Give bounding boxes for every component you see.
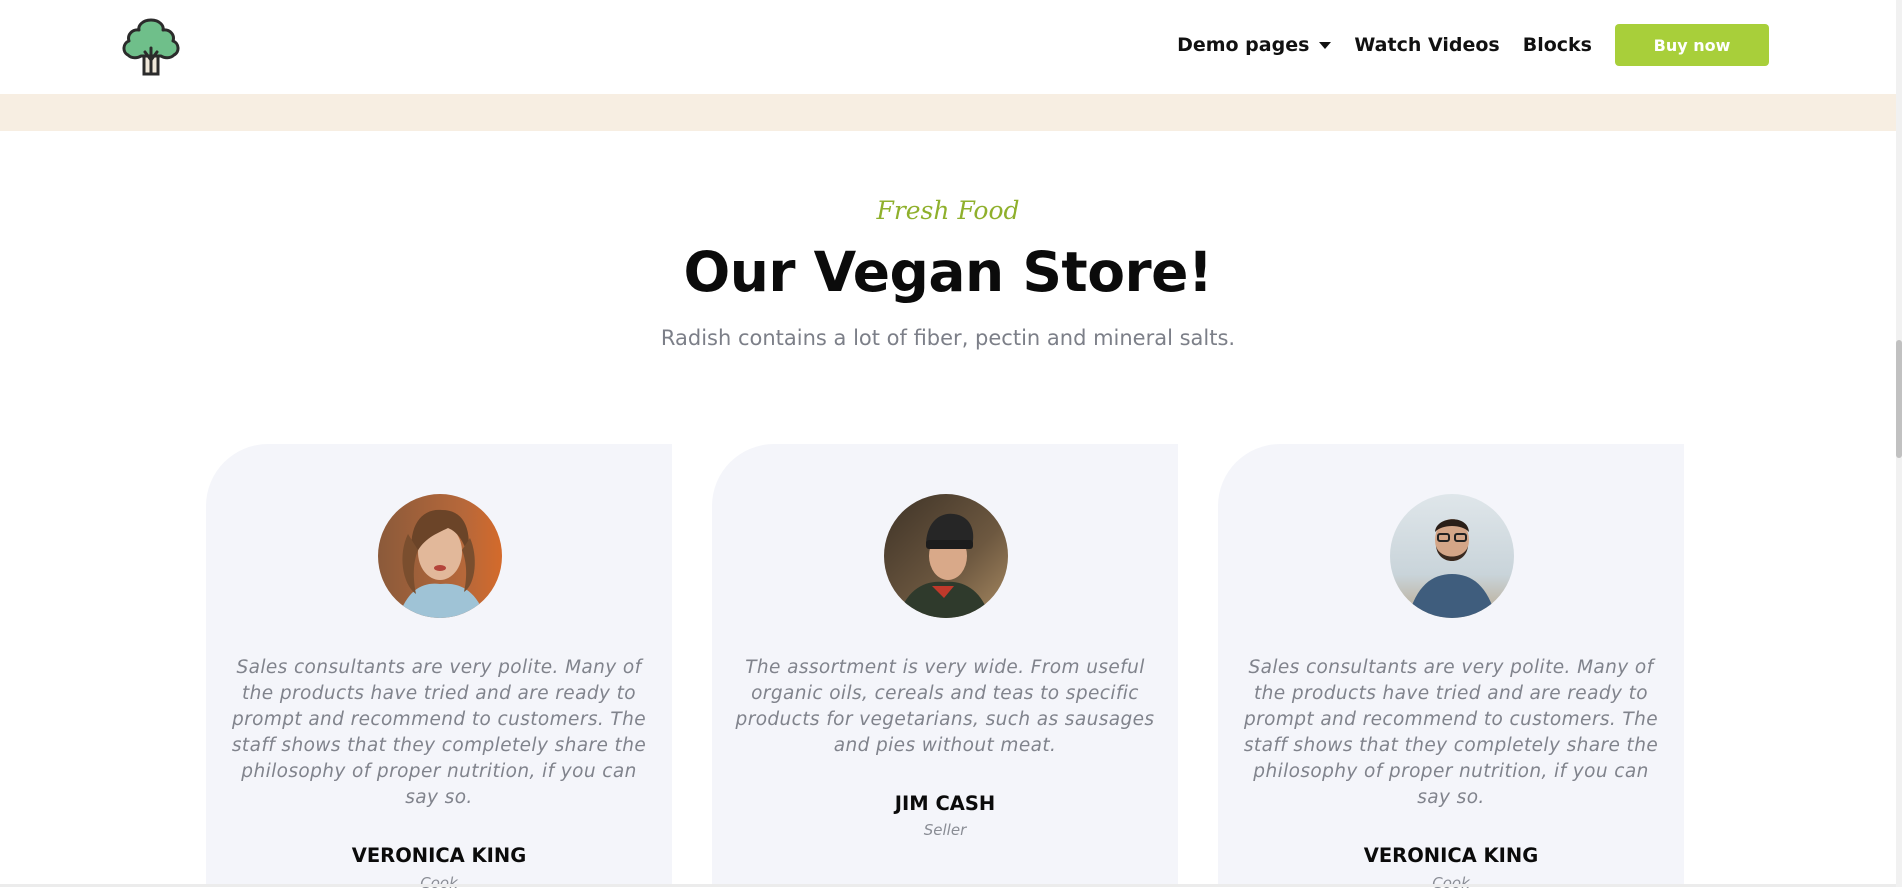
testimonial-card: Sales consultants are very polite. Many …: [1218, 444, 1684, 892]
broccoli-icon[interactable]: [118, 12, 184, 78]
testimonial-card: Sales consultants are very polite. Many …: [206, 444, 672, 892]
main-nav: Demo pages Watch Videos Blocks Buy now: [1177, 24, 1769, 66]
page-scrollbar[interactable]: [1896, 0, 1902, 887]
testimonial-card: The assortment is very wide. From useful…: [712, 444, 1178, 887]
testimonial-role: Cook: [420, 874, 458, 892]
buy-now-button[interactable]: Buy now: [1615, 24, 1769, 66]
nav-demo-pages-label: Demo pages: [1177, 34, 1310, 56]
scrollbar-thumb[interactable]: [1896, 340, 1902, 458]
testimonial-role: Cook: [1432, 874, 1470, 892]
nav-watch-videos[interactable]: Watch Videos: [1354, 34, 1499, 56]
section-title: Our Vegan Store!: [683, 240, 1213, 304]
avatar: [378, 494, 502, 618]
nav-blocks[interactable]: Blocks: [1523, 34, 1592, 56]
testimonial-name: VERONICA KING: [1363, 844, 1539, 867]
testimonial-name: VERONICA KING: [351, 844, 527, 867]
avatar: [1390, 494, 1514, 618]
testimonial-role: Seller: [923, 821, 967, 839]
avatar: [884, 494, 1008, 618]
section-subtitle: Radish contains a lot of fiber, pectin a…: [660, 326, 1236, 350]
testimonial-quote: Sales consultants are very polite. Many …: [231, 657, 647, 808]
testimonial-quote: The assortment is very wide. From useful…: [735, 657, 1155, 756]
section-eyebrow: Fresh Food: [876, 196, 1020, 225]
nav-demo-pages[interactable]: Demo pages: [1177, 34, 1332, 56]
site-header: Demo pages Watch Videos Blocks Buy now: [0, 0, 1896, 94]
testimonial-name: JIM CASH: [894, 792, 996, 815]
chevron-down-icon: [1319, 41, 1332, 49]
testimonial-quote: Sales consultants are very polite. Many …: [1243, 657, 1659, 808]
beige-band: [0, 94, 1896, 131]
